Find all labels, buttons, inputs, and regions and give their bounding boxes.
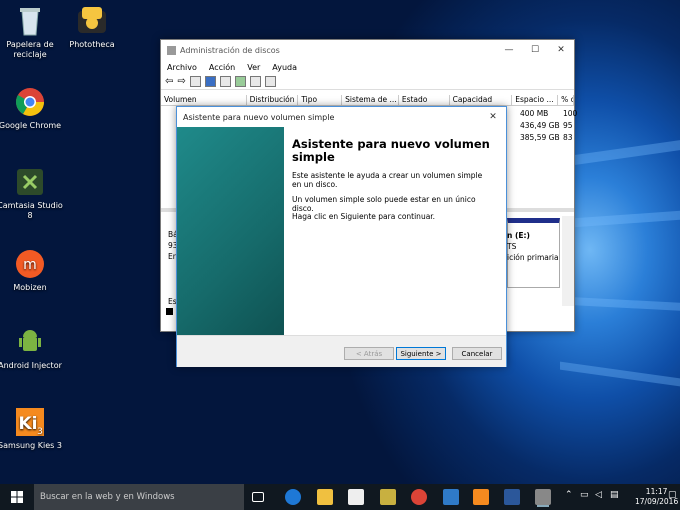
- android-injector-icon: [14, 326, 46, 358]
- partition-label: n (E:): [507, 231, 530, 240]
- word-taskbar-icon[interactable]: [504, 489, 520, 505]
- search-placeholder: Buscar en la web y en Windows: [40, 492, 175, 502]
- forward-arrow-icon[interactable]: ⇨: [177, 76, 185, 87]
- app-icon: [167, 45, 176, 55]
- col-espacio[interactable]: Espacio ...: [512, 95, 559, 105]
- col-volumen[interactable]: Volumen: [161, 95, 247, 105]
- windows-logo-icon: [11, 491, 23, 503]
- next-button[interactable]: Siguiente >: [396, 347, 446, 360]
- toolbar: ⇦ ⇨: [161, 74, 574, 90]
- desktop-icon-label: Camtasia Studio 8: [0, 201, 63, 220]
- back-arrow-icon[interactable]: ⇦: [165, 76, 173, 87]
- wizard-intro: Este asistente le ayuda a crear un volum…: [292, 171, 483, 189]
- desktop-icon-label: Mobizen: [13, 283, 47, 292]
- window-title: Administración de discos: [180, 45, 280, 55]
- chrome-taskbar-icon[interactable]: [411, 489, 427, 505]
- col-pct[interactable]: % c: [558, 95, 574, 105]
- menu-ver[interactable]: Ver: [241, 63, 266, 72]
- wizard-heading: Asistente para nuevo volumen simple: [292, 137, 490, 164]
- row-space: 400 MB: [520, 109, 549, 118]
- properties-icon[interactable]: [249, 76, 261, 87]
- start-button[interactable]: [0, 484, 34, 510]
- edge-icon[interactable]: [285, 489, 301, 505]
- wizard-titlebar[interactable]: Asistente para nuevo volumen simple ✕: [177, 107, 506, 127]
- search-box[interactable]: Buscar en la web y en Windows: [34, 484, 244, 510]
- row-pct: 83: [563, 133, 573, 142]
- recycle-bin-icon: [14, 5, 46, 37]
- menu-archivo[interactable]: Archivo: [161, 63, 203, 72]
- cancel-button[interactable]: Cancelar: [452, 347, 502, 360]
- partition-type: ición primaria: [507, 253, 559, 262]
- close-button[interactable]: ✕: [548, 40, 574, 60]
- row-pct: 95: [563, 121, 573, 130]
- back-button[interactable]: < Atrás: [344, 347, 394, 360]
- desktop-icon-camtasia[interactable]: Camtasia Studio 8: [0, 166, 63, 221]
- volume-table-header: Volumen Distribución Tipo Sistema de ...…: [161, 95, 574, 106]
- task-view-icon[interactable]: [252, 492, 264, 502]
- desktop-icon-mobizen[interactable]: m Mobizen: [0, 248, 63, 293]
- minimize-button[interactable]: —: [496, 40, 522, 60]
- kies-taskbar-icon[interactable]: [473, 489, 489, 505]
- taskbar: Buscar en la web y en Windows ⌃ ▭ ◁ ▤ 11…: [0, 484, 680, 510]
- col-sistema[interactable]: Sistema de ...: [342, 95, 399, 105]
- app-taskbar-icon[interactable]: [443, 489, 459, 505]
- desktop-icon-chrome[interactable]: Google Chrome: [0, 86, 63, 131]
- desktop-icon-label: Android Injector: [0, 361, 62, 370]
- wizard-note: Un volumen simple solo puede estar en un…: [292, 195, 476, 213]
- list-icon[interactable]: [219, 76, 231, 87]
- col-estado[interactable]: Estado: [399, 95, 450, 105]
- svg-text:m: m: [23, 257, 37, 273]
- desktop-icon-label: Google Chrome: [0, 121, 62, 130]
- wizard-continue-text: Haga clic en Siguiente para continuar.: [292, 212, 436, 221]
- help-icon[interactable]: [204, 76, 216, 87]
- phototheca-icon: [76, 5, 108, 37]
- svg-text:3: 3: [37, 427, 43, 437]
- chrome-icon: [14, 86, 46, 118]
- desktop-icon-recycle-bin[interactable]: Papelera de reciclaje: [0, 5, 63, 60]
- menu-ayuda[interactable]: Ayuda: [266, 63, 303, 72]
- mobizen-icon: m: [14, 248, 46, 280]
- desktop-icon-label: Papelera de reciclaje: [6, 40, 54, 59]
- wizard-banner: [177, 127, 284, 335]
- view-icon[interactable]: [189, 76, 201, 87]
- refresh-icon[interactable]: [234, 76, 246, 87]
- row-space: 436,49 GB: [520, 121, 560, 130]
- desktop-icon-samsung-kies[interactable]: Ki 3 Samsung Kies 3: [0, 406, 63, 451]
- volume-icon[interactable]: ◁: [595, 490, 602, 500]
- wizard-close-button[interactable]: ✕: [480, 107, 506, 127]
- window-titlebar[interactable]: Administración de discos — ☐ ✕: [161, 40, 574, 60]
- col-capacidad[interactable]: Capacidad: [450, 95, 513, 105]
- samsung-kies-icon: Ki 3: [14, 406, 46, 438]
- maximize-button[interactable]: ☐: [522, 40, 548, 60]
- menu-accion[interactable]: Acción: [203, 63, 241, 72]
- network-icon[interactable]: ▭: [580, 490, 589, 500]
- store-icon[interactable]: [348, 489, 364, 505]
- legend-swatch: [166, 308, 173, 315]
- new-simple-volume-wizard: Asistente para nuevo volumen simple ✕ As…: [176, 106, 507, 367]
- vertical-scrollbar[interactable]: [562, 216, 574, 306]
- desktop-icon-phototheca[interactable]: Phototheca: [59, 5, 125, 50]
- desktop-icon-label: Phototheca: [69, 40, 115, 49]
- desktop-icon-label: Samsung Kies 3: [0, 441, 62, 450]
- col-distribucion[interactable]: Distribución: [247, 95, 299, 105]
- keyboard-icon[interactable]: ▤: [610, 490, 619, 500]
- camtasia-icon: [14, 166, 46, 198]
- disk-icon[interactable]: [264, 76, 276, 87]
- disk-mgmt-taskbar-icon[interactable]: [535, 489, 551, 505]
- row-space: 385,59 GB: [520, 133, 560, 142]
- desktop-icon-android-injector[interactable]: Android Injector: [0, 326, 63, 371]
- col-tipo[interactable]: Tipo: [298, 95, 343, 105]
- svg-text:Ki: Ki: [18, 414, 37, 434]
- file-explorer-icon[interactable]: [317, 489, 333, 505]
- menu-bar: Archivo Acción Ver Ayuda: [161, 60, 574, 74]
- photos-icon[interactable]: [380, 489, 396, 505]
- wizard-title: Asistente para nuevo volumen simple: [183, 112, 335, 122]
- notifications-icon[interactable]: ▢: [668, 490, 677, 500]
- row-pct: 100: [563, 109, 578, 118]
- partition-fs: TS: [507, 242, 517, 251]
- tray-chevron-icon[interactable]: ⌃: [565, 490, 573, 500]
